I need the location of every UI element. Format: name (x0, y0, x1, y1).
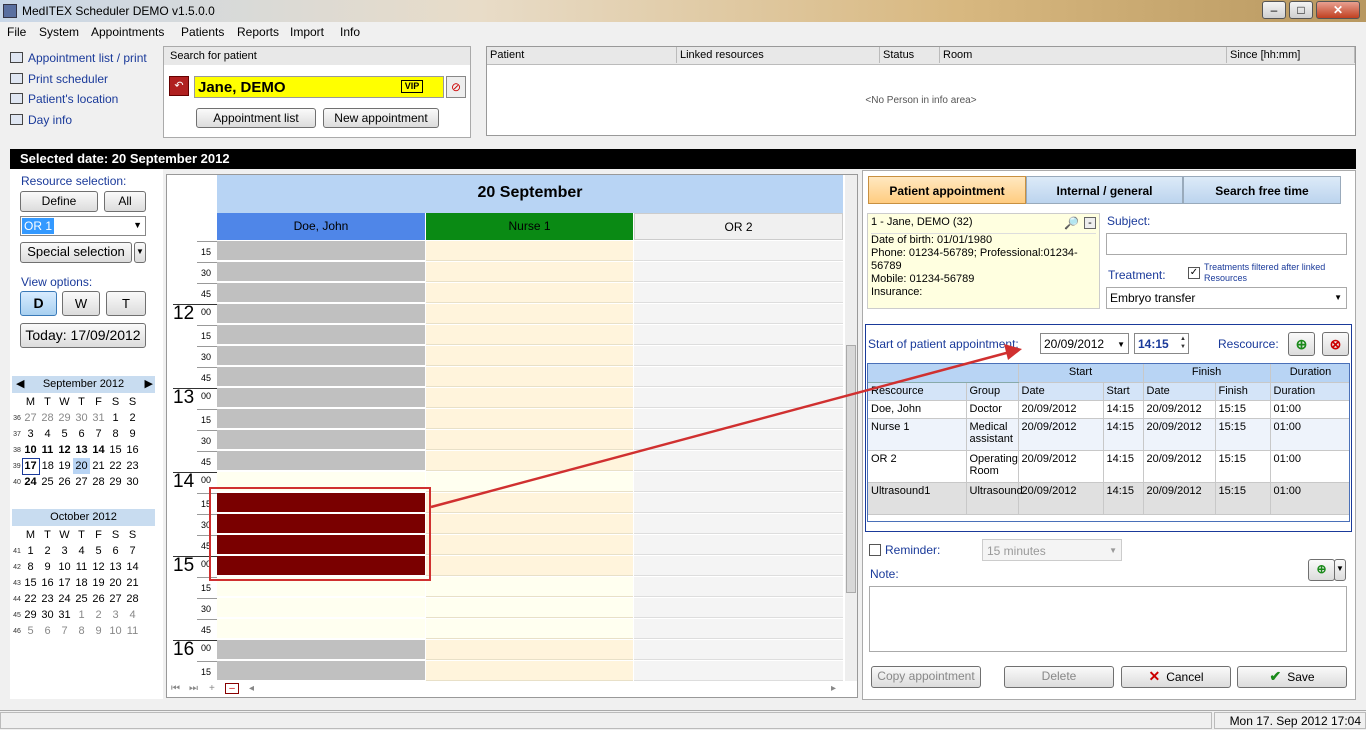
status-bar: Mon 17. Sep 2012 17:04 (0, 710, 1366, 730)
annotation-arrow (430, 344, 1022, 509)
status-datetime: Mon 17. Sep 2012 17:04 (1214, 712, 1366, 729)
